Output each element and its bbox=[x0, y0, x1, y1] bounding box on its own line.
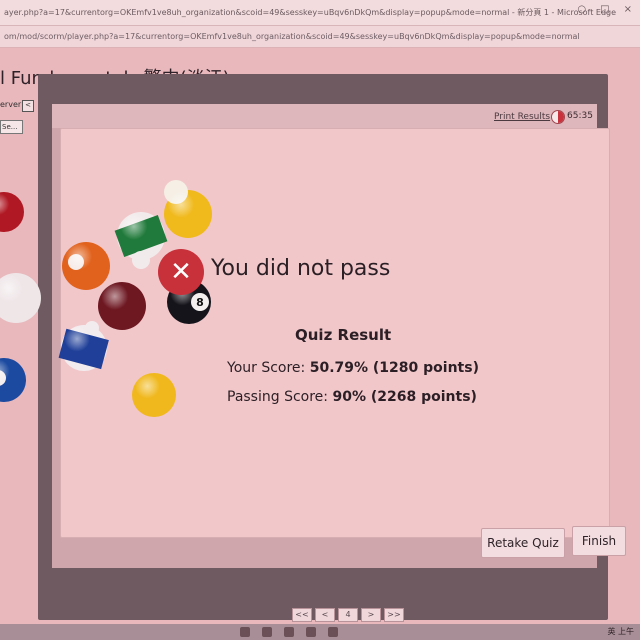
retake-quiz-button[interactable]: Retake Quiz bbox=[481, 528, 565, 558]
result-heading: You did not pass bbox=[211, 256, 391, 281]
clock-text[interactable]: 上午 bbox=[618, 627, 634, 636]
score-value: 50.79% (1280 points) bbox=[309, 360, 479, 376]
quiz-result-title: Quiz Result bbox=[295, 326, 392, 344]
browser-title-bar: ayer.php?a=17&currentorg=OKEmfv1ve8uh_or… bbox=[0, 0, 640, 26]
system-tray: 英 上午 bbox=[607, 626, 634, 637]
billiard-ball-red bbox=[0, 192, 24, 232]
finish-button[interactable]: Finish bbox=[572, 526, 626, 556]
your-score-line: Your Score: 50.79% (1280 points) bbox=[227, 360, 479, 376]
address-bar[interactable]: om/mod/scorm/player.php?a=17&currentorg=… bbox=[0, 26, 640, 48]
first-slide-button[interactable]: << bbox=[292, 608, 312, 622]
timer-icon bbox=[551, 110, 565, 124]
taskbar-app-icon[interactable] bbox=[240, 627, 250, 637]
minimize-button[interactable]: ○ bbox=[577, 4, 586, 15]
close-button[interactable]: × bbox=[624, 4, 632, 15]
print-results-link[interactable]: Print Results bbox=[494, 112, 550, 122]
billiard-ball-cue bbox=[0, 273, 41, 323]
timer-text: 65:35 bbox=[567, 111, 593, 121]
maximize-button[interactable]: □ bbox=[600, 4, 609, 15]
os-taskbar: 英 上午 bbox=[0, 624, 640, 640]
input-method-indicator[interactable]: 英 bbox=[607, 627, 615, 636]
next-slide-button[interactable]: > bbox=[361, 608, 381, 622]
last-slide-button[interactable]: >> bbox=[384, 608, 404, 622]
window-title: ayer.php?a=17&currentorg=OKEmfv1ve8uh_or… bbox=[4, 8, 617, 17]
taskbar-app-icon[interactable] bbox=[262, 627, 272, 637]
url-text[interactable]: om/mod/scorm/player.php?a=17&currentorg=… bbox=[4, 32, 580, 41]
taskbar-app-icon[interactable] bbox=[284, 627, 294, 637]
side-panel: erver < Se... bbox=[0, 96, 40, 146]
fail-x-icon: ✕ bbox=[158, 249, 204, 295]
server-select[interactable]: Se... bbox=[0, 120, 23, 134]
slide-pager: << < 4 > >> bbox=[292, 608, 404, 622]
prev-slide-button[interactable]: < bbox=[315, 608, 335, 622]
score-label: Your Score: bbox=[227, 360, 310, 376]
billiard-ball-blue bbox=[0, 358, 26, 402]
window-controls: ○ □ × bbox=[577, 4, 632, 15]
passing-value: 90% (2268 points) bbox=[332, 389, 477, 405]
passing-label: Passing Score: bbox=[227, 389, 333, 405]
taskbar-app-icon[interactable] bbox=[328, 627, 338, 637]
collapse-button[interactable]: < bbox=[22, 100, 34, 112]
current-slide-indicator[interactable]: 4 bbox=[338, 608, 358, 622]
taskbar-app-icon[interactable] bbox=[306, 627, 316, 637]
passing-score-line: Passing Score: 90% (2268 points) bbox=[227, 389, 477, 405]
server-label: erver bbox=[0, 100, 22, 109]
